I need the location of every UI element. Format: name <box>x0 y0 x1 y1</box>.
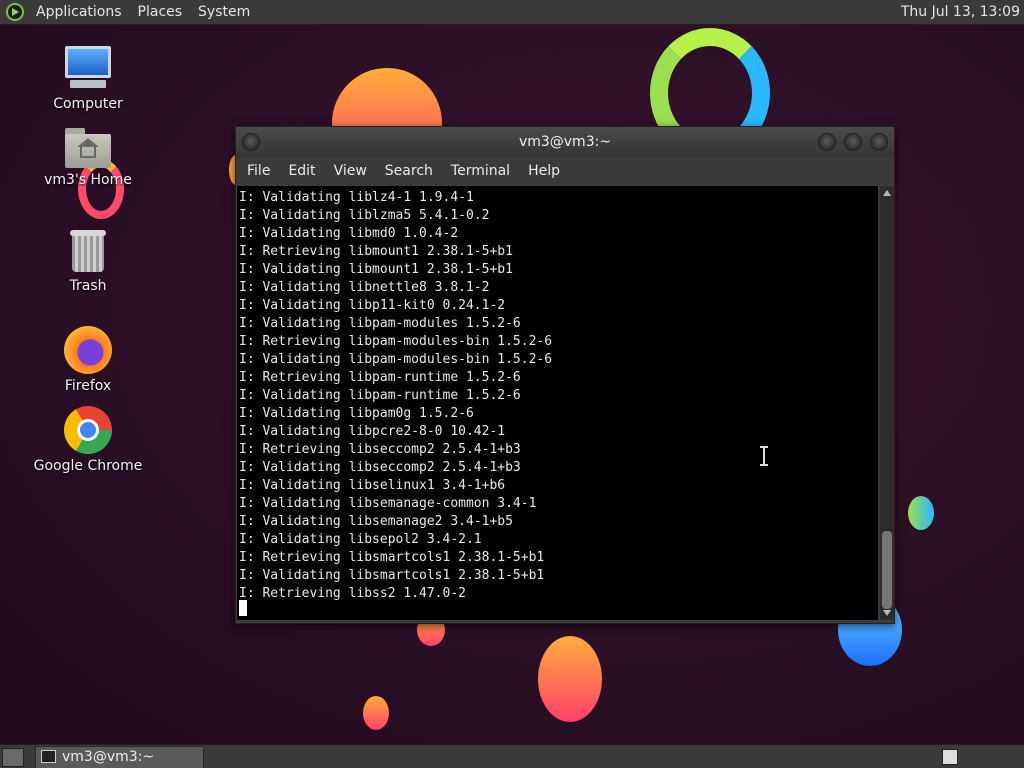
desktop-icon-trash[interactable]: Trash <box>33 230 143 294</box>
menu-file[interactable]: File <box>238 163 279 179</box>
ibeam-cursor-icon <box>760 446 768 466</box>
desktop-icon-chrome[interactable]: Google Chrome <box>33 406 143 474</box>
terminal-line: I: Validating libmd0 1.0.4-2 <box>239 226 459 241</box>
computer-icon <box>64 46 112 92</box>
top-panel: Applications Places System Thu Jul 13, 1… <box>0 0 1024 25</box>
menu-view[interactable]: View <box>325 163 376 179</box>
terminal-line: I: Validating libpcre2-8-0 10.42-1 <box>239 424 506 439</box>
terminal-line: I: Validating liblzma5 5.4.1-0.2 <box>239 208 490 223</box>
terminal-line: I: Retrieving libpam-modules-bin 1.5.2-6 <box>239 334 553 349</box>
clock[interactable]: Thu Jul 13, 13:09 <box>901 0 1020 24</box>
terminal-line: I: Validating libsepol2 3.4-2.1 <box>239 532 482 547</box>
terminal-icon <box>41 749 56 763</box>
terminal-line: I: Retrieving libss2 1.47.0-2 <box>239 586 466 601</box>
terminal-line: I: Validating libsemanage-common 3.4-1 <box>239 496 537 511</box>
menu-help[interactable]: Help <box>519 163 569 179</box>
scroll-down-icon[interactable] <box>883 610 891 616</box>
terminal-line: I: Validating libpam0g 1.5.2-6 <box>239 406 474 421</box>
menu-system[interactable]: System <box>190 0 258 24</box>
bottom-panel: vm3@vm3:~ <box>0 744 1024 768</box>
terminal-line: I: Retrieving libpam-runtime 1.5.2-6 <box>239 370 521 385</box>
firefox-icon <box>64 326 112 374</box>
menu-edit[interactable]: Edit <box>279 163 324 179</box>
workspace-switcher[interactable] <box>942 749 958 765</box>
desktop-icon-label: Firefox <box>64 378 112 394</box>
terminal-line: I: Validating libpam-modules 1.5.2-6 <box>239 316 521 331</box>
terminal-line: I: Retrieving libsmartcols1 2.38.1-5+b1 <box>239 550 545 565</box>
taskbar-item-label: vm3@vm3:~ <box>62 749 155 765</box>
decor-blue-dot <box>908 496 934 530</box>
terminal-output[interactable]: I: Validating liblz4-1 1.9.4-1 I: Validat… <box>237 186 878 620</box>
terminal-line: I: Validating libsemanage2 3.4-1+b5 <box>239 514 513 529</box>
terminal-menubar: File Edit View Search Terminal Help <box>236 157 894 185</box>
maximize-button[interactable] <box>844 133 862 151</box>
show-desktop-icon[interactable] <box>2 748 24 767</box>
terminal-window[interactable]: vm3@vm3:~ File Edit View Search Terminal… <box>235 126 895 624</box>
desktop-icon-firefox[interactable]: Firefox <box>33 326 143 394</box>
terminal-line: I: Validating libp11-kit0 0.24.1-2 <box>239 298 506 313</box>
distro-logo-icon[interactable] <box>6 3 24 21</box>
terminal-line: I: Validating libnettle8 3.8.1-2 <box>239 280 490 295</box>
terminal-line: I: Validating libseccomp2 2.5.4-1+b3 <box>239 460 521 475</box>
scroll-thumb[interactable] <box>882 531 892 609</box>
terminal-line: I: Validating liblz4-1 1.9.4-1 <box>239 190 474 205</box>
window-menu-icon[interactable] <box>242 133 260 151</box>
menu-places[interactable]: Places <box>130 0 191 24</box>
desktop-icon-home[interactable]: vm3's Home <box>33 128 143 188</box>
terminal-line: I: Validating libpam-runtime 1.5.2-6 <box>239 388 521 403</box>
vertical-scrollbar[interactable] <box>880 186 894 620</box>
desktop-icon-label: Trash <box>69 278 107 294</box>
desktop-icon-label: Computer <box>53 96 123 112</box>
terminal-line: I: Retrieving libseccomp2 2.5.4-1+b3 <box>239 442 521 457</box>
window-title: vm3@vm3:~ <box>518 134 612 150</box>
desktop-icon-label: Google Chrome <box>33 458 143 474</box>
trash-icon <box>69 230 107 274</box>
desktop-icon-computer[interactable]: Computer <box>33 46 143 112</box>
decor-orange-drop-2 <box>538 636 602 722</box>
taskbar-item-terminal[interactable]: vm3@vm3:~ <box>35 746 204 768</box>
menu-applications[interactable]: Applications <box>28 0 130 24</box>
close-button[interactable] <box>870 133 888 151</box>
chrome-icon <box>64 406 112 454</box>
window-titlebar[interactable]: vm3@vm3:~ <box>236 127 894 157</box>
terminal-line: I: Validating libsmartcols1 2.38.1-5+b1 <box>239 568 545 583</box>
terminal-line: I: Validating libmount1 2.38.1-5+b1 <box>239 262 513 277</box>
menu-terminal[interactable]: Terminal <box>442 163 519 179</box>
minimize-button[interactable] <box>818 133 836 151</box>
terminal-line: I: Validating libpam-modules-bin 1.5.2-6 <box>239 352 553 367</box>
decor-orange-drop-3 <box>363 696 389 730</box>
scroll-up-icon[interactable] <box>883 190 891 196</box>
terminal-lines: I: Validating liblz4-1 1.9.4-1 I: Validat… <box>237 186 878 603</box>
desktop-icon-label: vm3's Home <box>44 172 132 188</box>
terminal-line: I: Retrieving libmount1 2.38.1-5+b1 <box>239 244 513 259</box>
text-cursor <box>239 600 247 616</box>
terminal-line: I: Validating libselinux1 3.4-1+b6 <box>239 478 506 493</box>
home-folder-icon <box>65 128 111 168</box>
menu-search[interactable]: Search <box>376 163 442 179</box>
